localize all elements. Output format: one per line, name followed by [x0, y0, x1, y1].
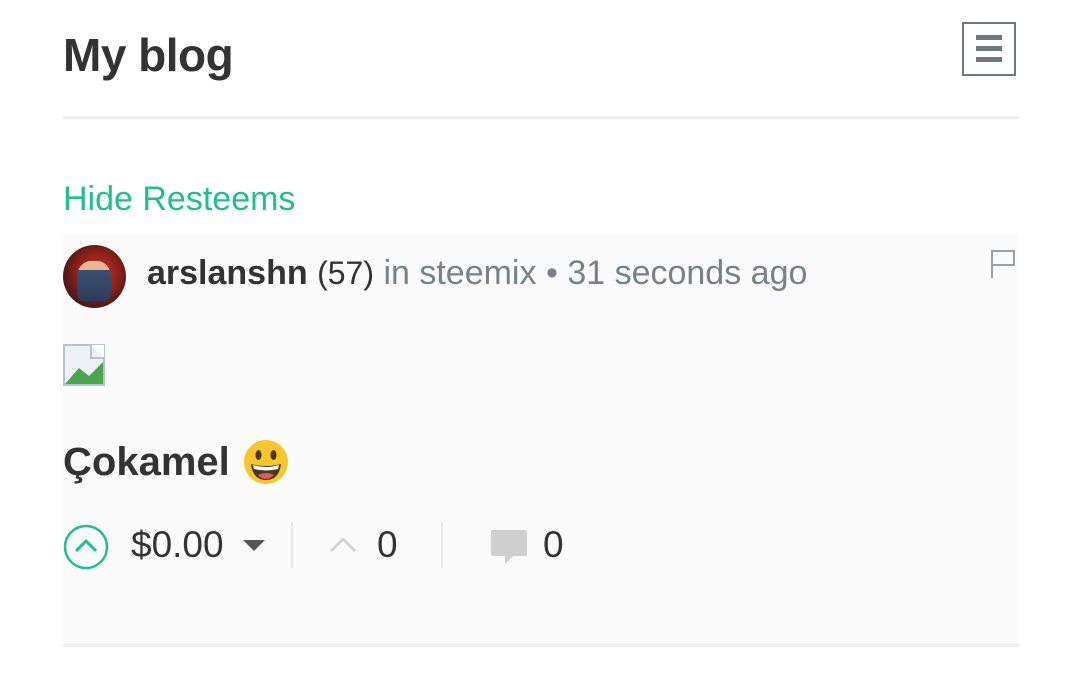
- meta-separator: •: [545, 254, 558, 292]
- page-title: My blog: [63, 29, 234, 81]
- avatar[interactable]: [63, 245, 126, 308]
- votes-count[interactable]: 0: [377, 524, 398, 566]
- header: My blog: [63, 20, 1019, 92]
- grinning-face-emoji-icon: [243, 440, 288, 484]
- post-card: arslanshn (57) in steemix • 31 seconds a…: [63, 234, 1019, 644]
- hide-resteems-link[interactable]: Hide Resteems: [63, 180, 295, 219]
- post-meta: arslanshn (57) in steemix • 31 seconds a…: [147, 254, 807, 293]
- post-title[interactable]: Çokamel: [63, 438, 290, 486]
- post-divider: [63, 644, 1019, 647]
- comment-icon[interactable]: [489, 528, 529, 568]
- payout-value[interactable]: $0.00: [131, 524, 224, 566]
- vote-chevron-icon[interactable]: [329, 536, 357, 554]
- post-footer: $0.00 0 0: [63, 522, 763, 570]
- broken-image-icon[interactable]: [63, 344, 105, 386]
- menu-button[interactable]: [962, 22, 1016, 76]
- post-time[interactable]: 31 seconds ago: [567, 254, 807, 292]
- flag-icon[interactable]: [989, 248, 1017, 280]
- comments-count[interactable]: 0: [543, 524, 564, 566]
- header-divider: [63, 116, 1019, 119]
- post-title-text: Çokamel: [63, 439, 230, 484]
- author-reputation: (57): [317, 255, 374, 291]
- payout-dropdown-caret-icon[interactable]: [243, 540, 265, 551]
- author-link[interactable]: arslanshn: [147, 254, 308, 292]
- footer-separator: [291, 522, 293, 568]
- community-link[interactable]: in steemix: [383, 254, 536, 292]
- page: My blog Hide Resteems arslanshn (57) in …: [0, 0, 1080, 673]
- upvote-circle-icon[interactable]: [63, 524, 109, 570]
- footer-separator: [441, 522, 443, 568]
